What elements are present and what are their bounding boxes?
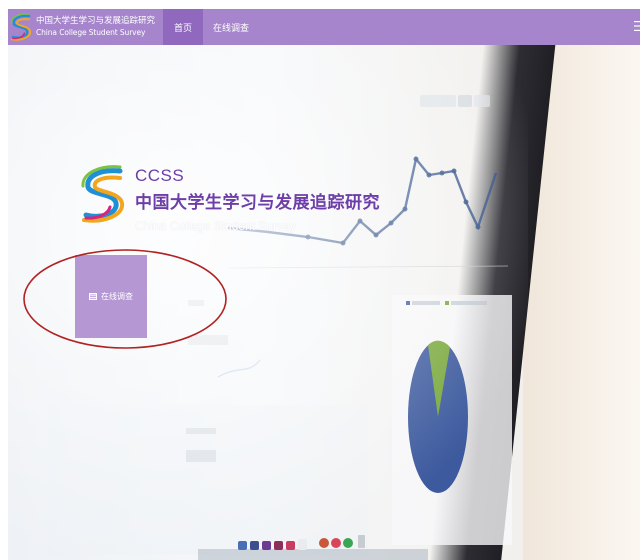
nav-online-survey[interactable]: 在线调查	[203, 9, 259, 45]
ccss-logo-icon	[10, 13, 32, 41]
hero-title-en: China College Student Survey	[135, 219, 296, 233]
menu-toggle-icon[interactable]	[634, 19, 640, 33]
annotation-ellipse	[23, 249, 227, 349]
hero-banner: CCSS 中国大学生学习与发展追踪研究 China College Studen…	[8, 45, 640, 560]
ccss-hero-logo-icon	[81, 165, 125, 223]
brand[interactable]: 中国大学生学习与发展追踪研究 China College Student Sur…	[8, 9, 155, 45]
nav-home[interactable]: 首页	[163, 9, 204, 45]
hero-title-cn: 中国大学生学习与发展追踪研究	[135, 193, 380, 213]
macos-dock	[198, 535, 428, 560]
brand-name-en: China College Student Survey	[36, 28, 146, 37]
hero-abbreviation: CCSS	[135, 166, 185, 185]
top-navbar: 中国大学生学习与发展追踪研究 China College Student Sur…	[8, 9, 640, 45]
brand-name-cn: 中国大学生学习与发展追踪研究	[36, 16, 156, 26]
